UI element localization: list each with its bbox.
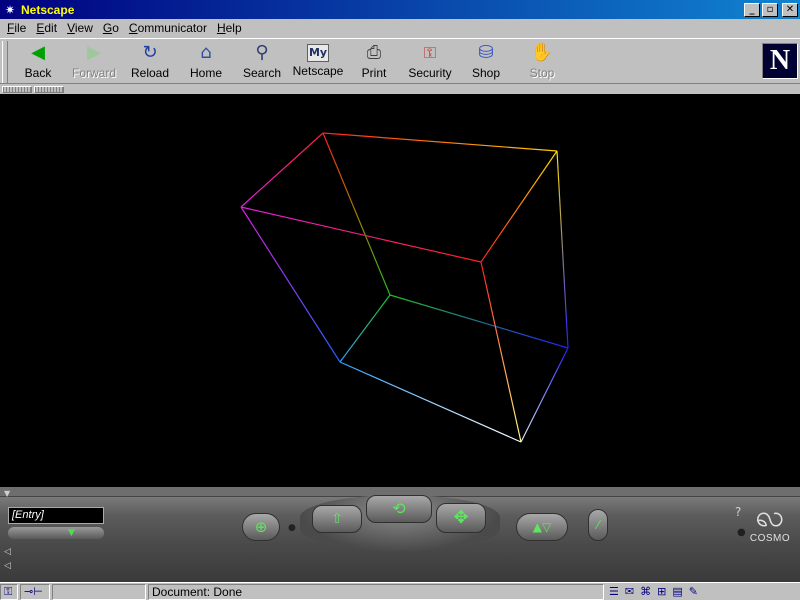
cosmo-player-dashboard: ▼ [Entry] ▼ ◁ ◁ ⊕ ● ⇧ ⟲ ✥ ▲▽ ⁄ ? ● ꩮ COSM…: [0, 487, 800, 582]
forward-arrow-icon: ▶: [87, 42, 101, 63]
cube-edge: [240, 206, 482, 263]
tilt-icon: ▲▽: [532, 520, 552, 534]
discussions-icon[interactable]: ⌘: [637, 585, 654, 598]
viewpoint-field[interactable]: [Entry]: [8, 507, 104, 524]
minimize-button[interactable]: _: [744, 2, 760, 17]
straighten-button[interactable]: ⁄: [588, 509, 608, 541]
window-title: Netscape: [21, 2, 75, 17]
menu-file[interactable]: File: [2, 21, 31, 35]
address-book-icon[interactable]: ▤: [669, 585, 685, 598]
netscape-button[interactable]: My Netscape: [290, 39, 346, 83]
security-lock-icon: ⚿: [423, 43, 437, 62]
cosmo-logo: ꩮ COSMO: [744, 501, 796, 551]
collapsed-tab-1[interactable]: [2, 85, 32, 93]
dashboard-indicator-dot: ●: [288, 523, 296, 533]
viewpoint-dropdown[interactable]: [8, 527, 104, 539]
component-bar: ☰ ✉ ⌘ ⊞ ▤ ✎: [606, 584, 794, 600]
straighten-icon: ⁄: [596, 518, 599, 532]
progress-bar: [52, 583, 146, 600]
toolbar-grip[interactable]: [2, 41, 8, 83]
collapsed-tab-2[interactable]: [34, 85, 64, 93]
status-text: Document: Done: [152, 584, 243, 599]
shop-button[interactable]: ⛁ Shop: [458, 39, 514, 83]
back-button[interactable]: ◀ Back: [10, 39, 66, 83]
stop-button[interactable]: ✋ Stop: [514, 39, 570, 83]
crosshair-icon: ⊕: [254, 518, 268, 536]
collapsed-toolbar-tabs: [0, 84, 800, 94]
vrml-viewport[interactable]: [0, 94, 800, 487]
connection-icon: ⊸⊢: [24, 585, 43, 598]
edit-page-icon[interactable]: ✎: [686, 585, 701, 598]
pan-button[interactable]: ✥: [436, 503, 486, 533]
cube-edge: [322, 132, 391, 296]
home-button[interactable]: ⌂ Home: [178, 39, 234, 83]
shop-bag-icon: ⛁: [478, 42, 494, 63]
back-arrow-icon: ◀: [31, 42, 45, 63]
cube-edge: [389, 294, 569, 349]
print-icon: ⎙: [366, 42, 382, 63]
connection-status: ⊸⊢: [20, 583, 50, 600]
zoom-button[interactable]: ⇧: [312, 505, 362, 533]
rotate-button[interactable]: ⟲: [366, 495, 432, 523]
cube-edge: [322, 132, 558, 152]
rotate-icon: ⟲: [392, 499, 406, 518]
viewpoint-step-arrows[interactable]: ◁ ◁: [4, 545, 11, 573]
composer-icon[interactable]: ⊞: [654, 585, 669, 598]
cube-edge: [480, 261, 522, 443]
zoom-icon: ⇧: [331, 511, 343, 527]
close-button[interactable]: ✕: [782, 2, 798, 17]
cube-edge: [556, 150, 569, 349]
menu-go[interactable]: Go: [98, 21, 124, 35]
chevron-down-icon[interactable]: ▼: [68, 527, 75, 539]
menu-help[interactable]: Help: [212, 21, 247, 35]
home-icon: ⌂: [200, 42, 212, 63]
title-bar[interactable]: ✷ Netscape _ ▫ ✕: [0, 0, 800, 19]
search-button[interactable]: ⚲ Search: [234, 39, 290, 83]
tilt-button[interactable]: ▲▽: [516, 513, 568, 541]
pan-move-icon: ✥: [453, 507, 469, 528]
help-button[interactable]: ?: [735, 505, 741, 519]
security-button[interactable]: ⚿ Security: [402, 39, 458, 83]
mailbox-icon[interactable]: ✉: [622, 585, 637, 598]
seek-button[interactable]: ⊕: [242, 513, 280, 541]
cube-edge: [339, 361, 522, 443]
cube-edge: [520, 347, 569, 443]
search-icon: ⚲: [255, 42, 269, 63]
menu-bar: File Edit View Go Communicator Help: [0, 19, 800, 37]
navigation-toolbar: ◀ Back ▶ Forward ↻ Reload ⌂ Home ⚲ Searc…: [0, 38, 800, 84]
netscape-app-icon[interactable]: ✷: [2, 2, 18, 18]
reload-icon: ↻: [142, 42, 158, 63]
navigator-icon[interactable]: ☰: [606, 585, 622, 598]
forward-button[interactable]: ▶ Forward: [66, 39, 122, 83]
my-netscape-icon: My: [307, 44, 329, 62]
print-button[interactable]: ⎙ Print: [346, 39, 402, 83]
netscape-logo[interactable]: N: [762, 43, 798, 79]
cube-edge: [339, 294, 391, 363]
wireframe-cube: [240, 132, 569, 443]
reload-button[interactable]: ↻ Reload: [122, 39, 178, 83]
status-message-cell: Document: Done: [148, 583, 604, 600]
collapse-arrow-icon[interactable]: ▼: [4, 489, 10, 498]
status-bar: ⚿ ⊸⊢ Document: Done ☰ ✉ ⌘ ⊞ ▤ ✎: [0, 582, 800, 600]
cube-edge: [240, 132, 324, 208]
menu-view[interactable]: View: [62, 21, 98, 35]
cube-edge: [480, 150, 558, 263]
menu-communicator[interactable]: Communicator: [124, 21, 212, 35]
restore-button[interactable]: ▫: [762, 2, 778, 17]
menu-edit[interactable]: Edit: [31, 21, 62, 35]
lock-icon: ⚿: [4, 584, 13, 598]
security-status[interactable]: ⚿: [0, 583, 18, 600]
cube-edge: [240, 206, 341, 363]
cosmo-swirl-icon: ꩮ: [755, 499, 785, 534]
stop-icon: ✋: [530, 42, 554, 63]
